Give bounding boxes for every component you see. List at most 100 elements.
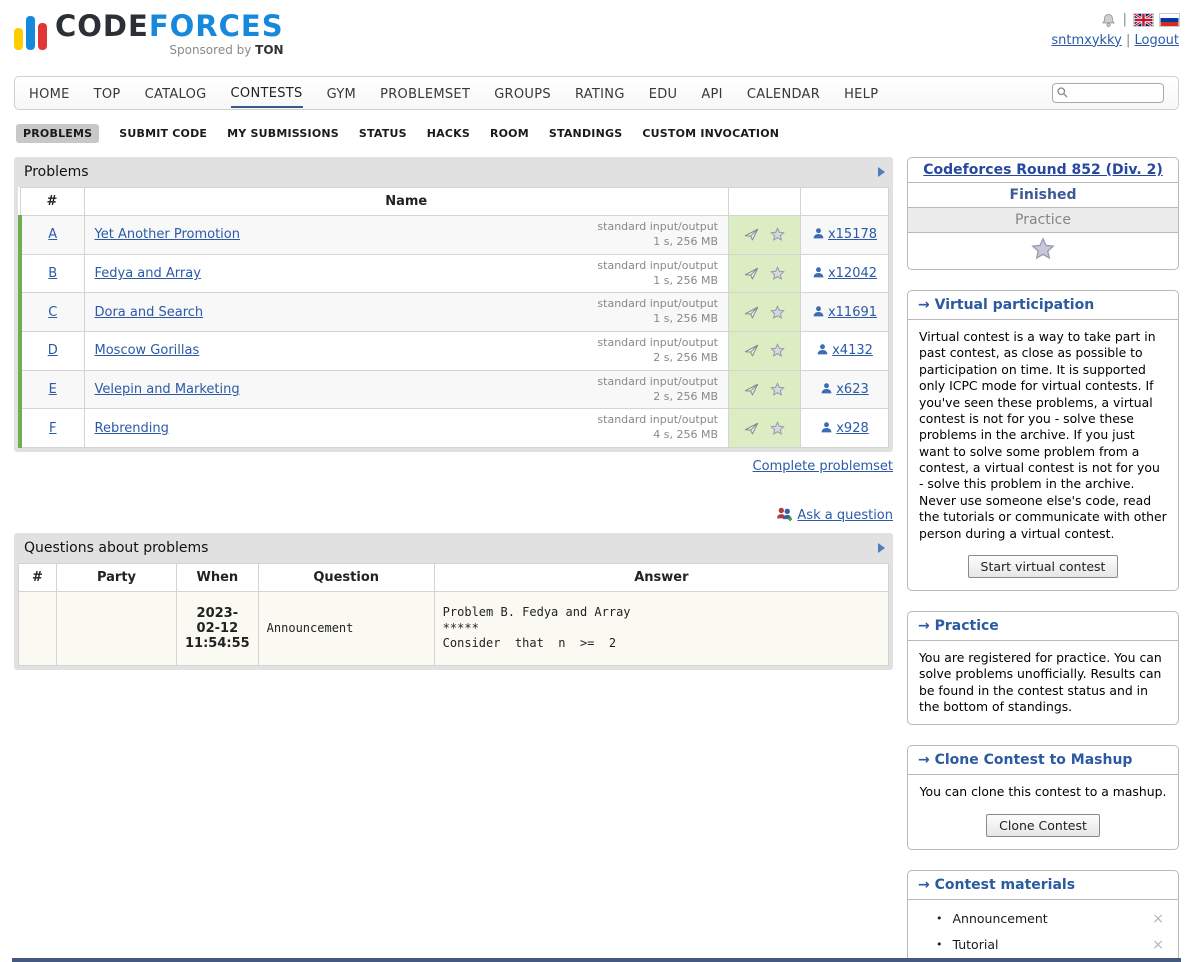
subnav-room[interactable]: ROOM [490, 127, 529, 140]
problem-constraints: standard input/output1 s, 256 MB [597, 220, 718, 250]
nav-item-rating[interactable]: RATING [575, 80, 625, 107]
table-row: C Dora and Search standard input/output1… [20, 293, 889, 332]
submit-plane-icon[interactable] [744, 421, 759, 436]
column-header-party: Party [57, 564, 177, 592]
virtual-participation-box: → Virtual participation Virtual contest … [907, 290, 1179, 591]
submit-plane-icon[interactable] [744, 305, 759, 320]
favorite-star-icon[interactable] [770, 305, 785, 320]
problem-index-link[interactable]: F [49, 421, 56, 436]
problem-constraints: standard input/output1 s, 256 MB [597, 297, 718, 327]
language-russian-flag-icon[interactable] [1160, 14, 1179, 26]
separator: | [1123, 10, 1127, 31]
solved-count-link[interactable]: x15178 [828, 227, 877, 242]
favorite-star-icon[interactable] [770, 382, 785, 397]
questions-table: # Party When Question Answer 2023-02-12 … [18, 563, 889, 666]
subnav-problems[interactable]: PROBLEMS [16, 124, 99, 143]
nav-item-home[interactable]: HOME [29, 80, 70, 107]
problems-table: # Name A Yet Another Promotion standard … [18, 187, 889, 448]
complete-problemset-link[interactable]: Complete problemset [753, 459, 893, 474]
favorite-star-icon[interactable] [770, 421, 785, 436]
close-icon[interactable]: × [1148, 911, 1168, 927]
material-announcement-link[interactable]: Announcement [953, 911, 1149, 926]
solved-count-link[interactable]: x623 [836, 382, 869, 397]
problem-name-link[interactable]: Fedya and Array [95, 266, 201, 281]
subnav-hacks[interactable]: HACKS [427, 127, 470, 140]
practice-title: → Practice [908, 612, 1178, 641]
problem-index-link[interactable]: D [48, 343, 58, 358]
codeforces-logo[interactable]: CODEFORCES Sponsored by TON [14, 8, 284, 57]
problem-name-link[interactable]: Moscow Gorillas [95, 343, 200, 358]
logout-link[interactable]: Logout [1134, 33, 1179, 48]
problem-name-link[interactable]: Rebrending [95, 421, 169, 436]
clone-mashup-title: → Clone Contest to Mashup [908, 746, 1178, 775]
solved-count-link[interactable]: x4132 [832, 343, 873, 358]
nav-item-edu[interactable]: EDU [649, 80, 678, 107]
problem-index-link[interactable]: B [48, 266, 57, 281]
solved-person-icon [820, 421, 833, 434]
favorite-star-icon[interactable] [770, 227, 785, 242]
close-icon[interactable]: × [1148, 937, 1168, 953]
problem-name-link[interactable]: Dora and Search [95, 305, 204, 320]
sponsor-brand[interactable]: TON [255, 43, 283, 57]
subnav-custom-invocation[interactable]: CUSTOM INVOCATION [642, 127, 779, 140]
nav-item-problemset[interactable]: PROBLEMSET [380, 80, 470, 107]
solved-person-icon [812, 227, 825, 240]
subnav-my-submissions[interactable]: MY SUBMISSIONS [227, 127, 339, 140]
collapse-arrow-icon[interactable] [878, 167, 885, 177]
material-tutorial-link[interactable]: Tutorial [953, 937, 1149, 952]
submit-plane-icon[interactable] [744, 382, 759, 397]
practice-text: You are registered for practice. You can… [908, 641, 1178, 725]
nav-item-groups[interactable]: GROUPS [494, 80, 551, 107]
solved-person-icon [812, 305, 825, 318]
logo-text-accent: FORCES [149, 9, 284, 43]
contest-mode: Practice [908, 208, 1178, 233]
solved-count-link[interactable]: x12042 [828, 266, 877, 281]
problem-name-link[interactable]: Yet Another Promotion [95, 227, 240, 242]
contest-title-link[interactable]: Codeforces Round 852 (Div. 2) [923, 162, 1162, 178]
submit-plane-icon[interactable] [744, 343, 759, 358]
nav-item-gym[interactable]: GYM [327, 80, 356, 107]
column-header-actions [729, 188, 801, 216]
submit-plane-icon[interactable] [744, 227, 759, 242]
contest-sub-navigation: PROBLEMS SUBMIT CODE MY SUBMISSIONS STAT… [14, 124, 1179, 143]
bullet-icon: • [936, 938, 943, 951]
solved-count-link[interactable]: x928 [836, 421, 869, 436]
practice-box: → Practice You are registered for practi… [907, 611, 1179, 726]
language-english-flag-icon[interactable] [1134, 14, 1153, 26]
problem-name-link[interactable]: Velepin and Marketing [95, 382, 240, 397]
contest-materials-box: → Contest materials • Announcement × • T… [907, 870, 1179, 962]
favorite-star-icon[interactable] [770, 266, 785, 281]
favorite-contest-star-icon[interactable] [1031, 237, 1055, 261]
submit-plane-icon[interactable] [744, 266, 759, 281]
problem-constraints: standard input/output1 s, 256 MB [597, 259, 718, 289]
nav-item-api[interactable]: API [701, 80, 722, 107]
column-header-when: When [177, 564, 259, 592]
search-icon [1056, 86, 1069, 99]
nav-item-catalog[interactable]: CATALOG [145, 80, 207, 107]
contest-materials-title: → Contest materials [908, 871, 1178, 900]
ask-question-link[interactable]: Ask a question [797, 508, 893, 523]
subnav-status[interactable]: STATUS [359, 127, 407, 140]
problem-index-link[interactable]: A [48, 227, 57, 242]
problem-index-link[interactable]: E [49, 382, 57, 397]
nav-item-contests[interactable]: CONTESTS [231, 79, 303, 108]
column-header-question: Question [258, 564, 434, 592]
start-virtual-contest-button[interactable]: Start virtual contest [968, 555, 1119, 578]
bullet-icon: • [936, 912, 943, 925]
username-link[interactable]: sntmxykky [1051, 33, 1121, 48]
subnav-standings[interactable]: STANDINGS [549, 127, 622, 140]
favorite-star-icon[interactable] [770, 343, 785, 358]
collapse-arrow-icon[interactable] [878, 543, 885, 553]
nav-item-top[interactable]: TOP [94, 80, 121, 107]
problem-index-link[interactable]: C [48, 305, 57, 320]
page: CODEFORCES Sponsored by TON | sntmxykky … [0, 0, 1193, 962]
nav-item-calendar[interactable]: CALENDAR [747, 80, 820, 107]
solved-count-link[interactable]: x11691 [828, 305, 877, 320]
notification-bell-icon[interactable] [1101, 13, 1116, 28]
header-user-area: | sntmxykky | Logout [1051, 8, 1179, 52]
question-answer: Problem B. Fedya and Array ***** Conside… [434, 592, 888, 666]
clone-contest-button[interactable]: Clone Contest [986, 814, 1100, 837]
subnav-submit-code[interactable]: SUBMIT CODE [119, 127, 207, 140]
nav-item-help[interactable]: HELP [844, 80, 878, 107]
sidebar: Codeforces Round 852 (Div. 2) Finished P… [907, 157, 1179, 962]
